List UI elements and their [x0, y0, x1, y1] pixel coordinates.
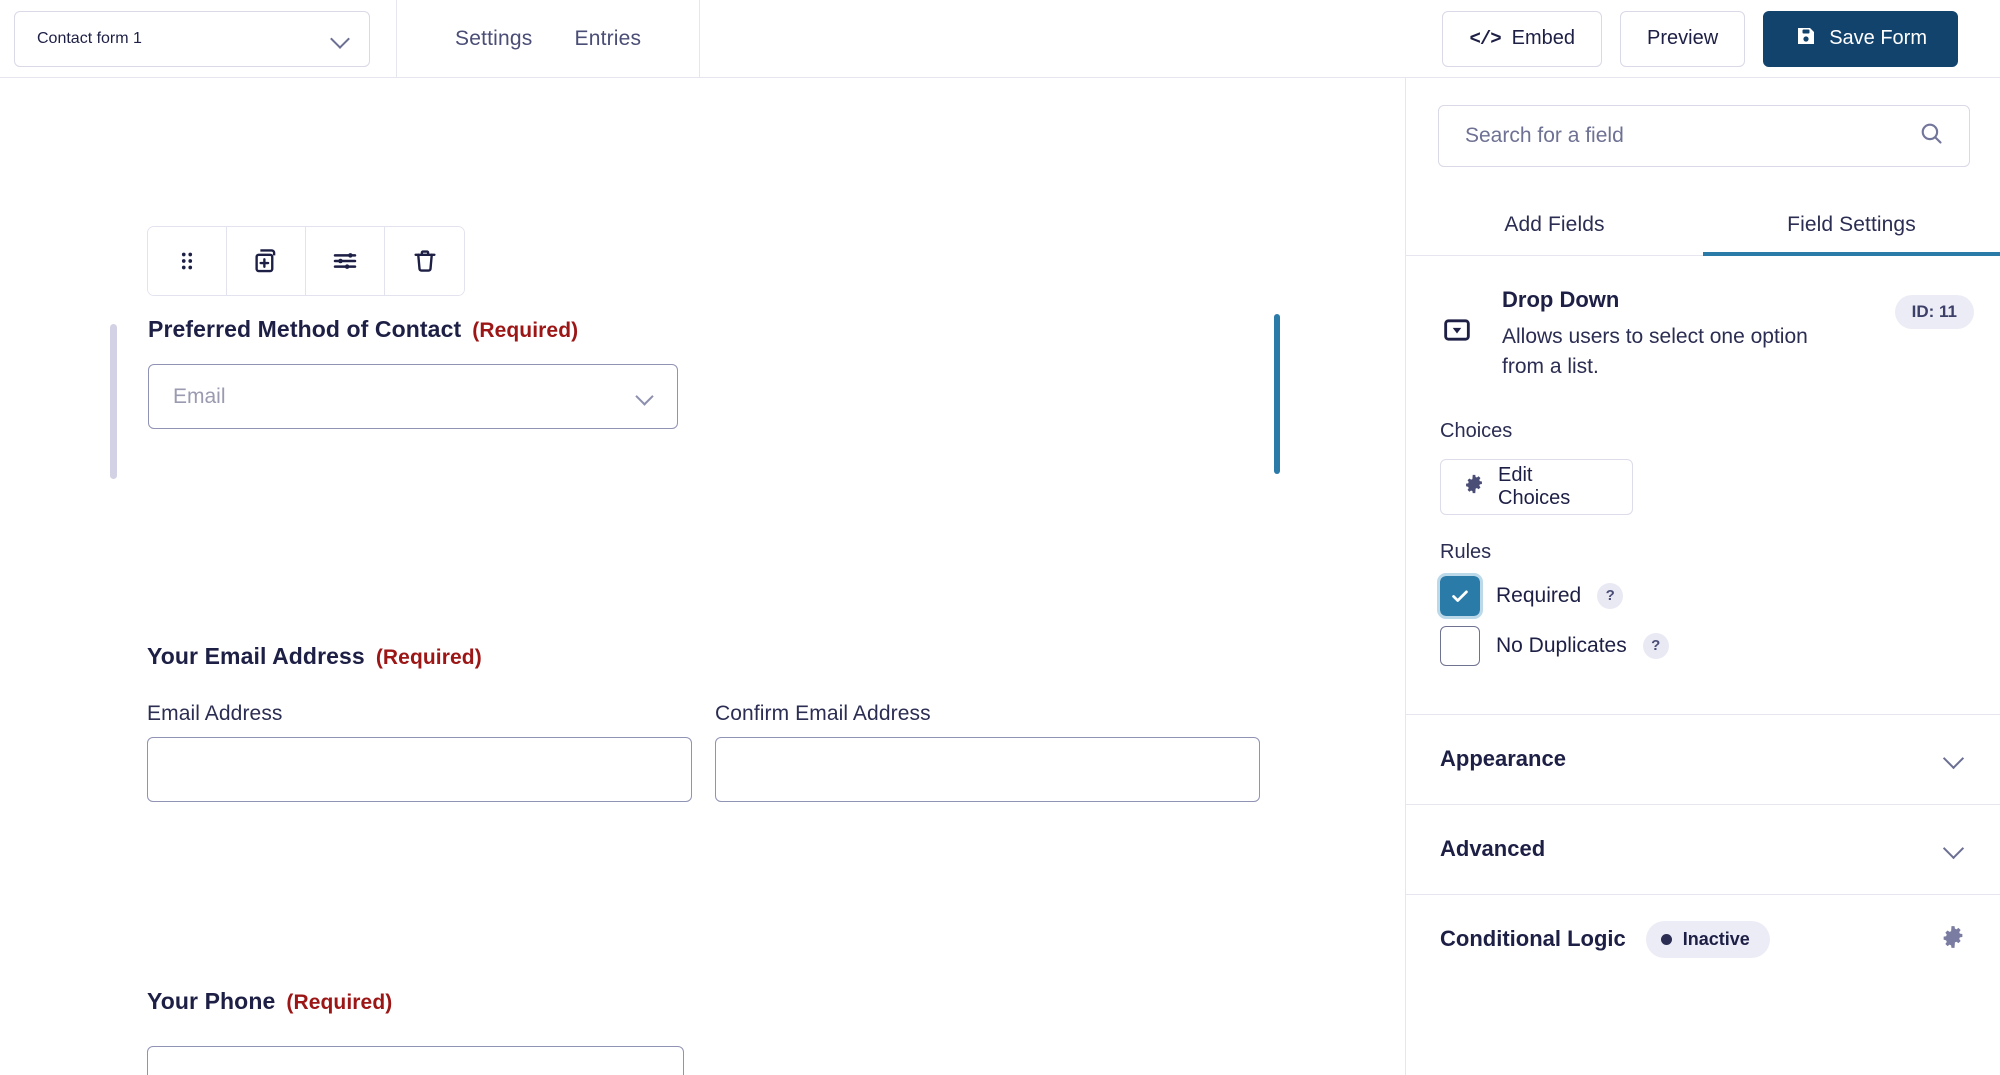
field-id-badge: ID: 11: [1894, 295, 1974, 329]
tab-entries[interactable]: Entries: [574, 27, 641, 51]
drag-handle-icon-button[interactable]: [148, 227, 227, 295]
field-label: Your Phone (Required): [147, 988, 847, 1015]
gear-icon[interactable]: [1940, 924, 1966, 955]
conditional-logic-left: Conditional Logic Inactive: [1440, 920, 1770, 958]
field-type-title: Drop Down: [1502, 287, 1620, 312]
field-label-text: Your Email Address: [147, 643, 365, 669]
selected-field-info: Drop Down Allows users to select one opt…: [1406, 256, 2000, 382]
form-builder-app: Contact form 1 Settings Entries </> Embe…: [0, 0, 2000, 1075]
no-duplicates-label: No Duplicates: [1496, 633, 1627, 657]
header-nav-tabs: Settings Entries: [397, 0, 699, 77]
field-selection-bar-right: [1274, 314, 1280, 474]
preview-button-label: Preview: [1647, 27, 1719, 49]
status-badge: Inactive: [1645, 920, 1770, 958]
form-selector-label: Contact form 1: [37, 29, 142, 47]
sliders-settings-icon-button[interactable]: [306, 227, 385, 295]
email-address-group: Email Address: [147, 702, 692, 802]
field-label-text: Your Phone: [147, 988, 276, 1014]
required-help-icon[interactable]: ?: [1597, 582, 1624, 609]
app-body: Preferred Method of Contact (Required) E…: [0, 78, 2000, 1075]
rules-list: Required ? No Duplicates ?: [1406, 564, 2000, 676]
field-settings-sidebar: Add Fields Field Settings Drop Down Allo…: [1405, 78, 2000, 1075]
header-left-region: Contact form 1: [0, 0, 396, 77]
field-label: Preferred Method of Contact (Required): [148, 316, 1148, 343]
preferred-contact-select[interactable]: Email: [148, 364, 678, 429]
search-input[interactable]: [1465, 124, 1918, 148]
choices-section-label: Choices: [1440, 419, 1513, 442]
duplicate-icon-button[interactable]: [227, 227, 306, 295]
tab-add-fields[interactable]: Add Fields: [1406, 197, 1703, 255]
accordion-appearance[interactable]: Appearance: [1406, 713, 2000, 804]
no-duplicates-checkbox[interactable]: [1440, 625, 1480, 666]
conditional-logic-row[interactable]: Conditional Logic Inactive: [1406, 893, 2000, 984]
accordion-advanced[interactable]: Advanced: [1406, 803, 2000, 894]
field-label: Your Email Address (Required): [147, 643, 1267, 670]
floppy-disk-save-icon: [1794, 24, 1818, 54]
conditional-logic-label: Conditional Logic: [1440, 926, 1626, 952]
search-icon: [1918, 120, 1945, 152]
gear-icon: [1463, 473, 1485, 501]
status-badge-label: Inactive: [1682, 928, 1750, 949]
sidebar-tabs: Add Fields Field Settings: [1406, 197, 2000, 256]
code-embed-icon: </>: [1469, 27, 1501, 50]
chevron-down-icon: [637, 388, 655, 406]
required-marker: (Required): [286, 991, 393, 1014]
chevron-down-icon: [1944, 838, 1966, 860]
search-field-container[interactable]: [1438, 105, 1970, 167]
form-canvas: Preferred Method of Contact (Required) E…: [0, 78, 1405, 1075]
no-duplicates-help-icon[interactable]: ?: [1642, 632, 1669, 659]
embed-button-label: Embed: [1511, 27, 1576, 49]
header-actions: </> Embed Preview Save Form: [1442, 0, 2000, 77]
drag-handle-icon: [181, 252, 193, 270]
sidebar-accordion: Appearance Advanced Conditional Logic In…: [1406, 713, 2000, 984]
required-marker: (Required): [375, 646, 482, 669]
tab-field-settings[interactable]: Field Settings: [1703, 197, 2000, 256]
field-type-description: Allows users to select one option from a…: [1502, 325, 1808, 378]
confirm-email-address-group: Confirm Email Address: [715, 702, 1260, 802]
field-preferred-method-of-contact[interactable]: Preferred Method of Contact (Required) E…: [110, 314, 1280, 479]
dropdown-field-icon: [1440, 287, 1480, 352]
required-checkbox[interactable]: [1437, 572, 1483, 619]
confirm-email-address-input[interactable]: [715, 737, 1260, 802]
field-label-text: Preferred Method of Contact: [148, 316, 462, 342]
tab-settings[interactable]: Settings: [455, 27, 532, 51]
appearance-label: Appearance: [1440, 746, 1566, 772]
chevron-down-icon: [1944, 748, 1966, 770]
app-header: Contact form 1 Settings Entries </> Embe…: [0, 0, 2000, 78]
rule-required-row[interactable]: Required ?: [1437, 572, 1966, 619]
rules-section-label: Rules: [1440, 540, 1492, 563]
trash-delete-icon: [413, 250, 436, 272]
field-your-phone[interactable]: Your Phone (Required): [147, 988, 847, 1075]
rule-no-duplicates-row[interactable]: No Duplicates ?: [1440, 625, 1966, 666]
email-address-input[interactable]: [147, 737, 692, 802]
required-label: Required: [1496, 583, 1582, 607]
status-dot-icon: [1660, 933, 1672, 945]
edit-choices-label: Edit Choices: [1498, 463, 1571, 509]
checkmark-icon: [1452, 590, 1468, 602]
form-selector-dropdown[interactable]: Contact form 1: [14, 10, 370, 67]
save-form-button[interactable]: Save Form: [1763, 10, 1958, 67]
phone-input[interactable]: [147, 1046, 684, 1075]
confirm-email-address-sublabel: Confirm Email Address: [715, 702, 931, 725]
field-selection-bar-left: [110, 324, 117, 479]
header-spacer: [700, 0, 1442, 77]
embed-button[interactable]: </> Embed: [1442, 10, 1603, 67]
field-your-email-address[interactable]: Your Email Address (Required) Email Addr…: [147, 643, 1267, 802]
sliders-settings-icon: [333, 253, 357, 269]
email-address-sublabel: Email Address: [147, 702, 283, 725]
sidebar-search-wrap: [1406, 78, 2000, 167]
select-placeholder: Email: [173, 384, 226, 408]
trash-delete-icon-button[interactable]: [385, 227, 464, 295]
edit-choices-button[interactable]: Edit Choices: [1440, 458, 1633, 515]
duplicate-icon: [255, 249, 276, 273]
save-form-label: Save Form: [1829, 27, 1927, 49]
chevron-down-icon: [331, 29, 351, 49]
required-marker: (Required): [472, 319, 579, 342]
field-info-texts: Drop Down Allows users to select one opt…: [1502, 287, 1873, 382]
preview-button[interactable]: Preview: [1620, 10, 1746, 67]
field-action-toolbar: [147, 226, 465, 296]
advanced-label: Advanced: [1440, 836, 1546, 862]
